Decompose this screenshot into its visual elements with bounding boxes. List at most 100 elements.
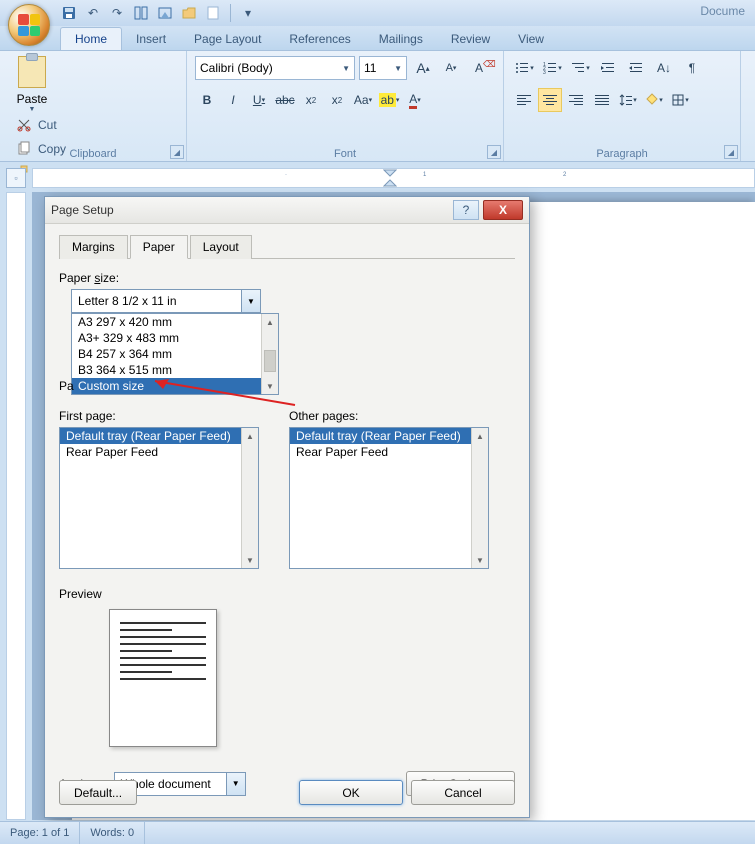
- qat-open-icon[interactable]: [180, 4, 198, 22]
- qat-redo-icon[interactable]: ↷: [108, 4, 126, 22]
- scroll-down-icon[interactable]: ▼: [242, 552, 258, 568]
- qat-icon-1[interactable]: [132, 4, 150, 22]
- list-scrollbar[interactable]: ▲ ▼: [471, 428, 488, 568]
- tab-mailings[interactable]: Mailings: [365, 28, 437, 50]
- paper-size-option[interactable]: B3 364 x 515 mm: [72, 362, 278, 378]
- cancel-button[interactable]: Cancel: [411, 780, 515, 805]
- dialog-close-button[interactable]: X: [483, 200, 523, 220]
- horizontal-ruler[interactable]: · 1 2: [32, 168, 755, 188]
- paper-size-dropdown-list[interactable]: A3 297 x 420 mm A3+ 329 x 483 mm B4 257 …: [71, 313, 279, 395]
- font-size-combo[interactable]: 11 ▼: [359, 56, 407, 80]
- show-marks-button[interactable]: ¶: [680, 56, 704, 80]
- paper-size-option-selected[interactable]: Custom size: [72, 378, 278, 394]
- qat-new-icon[interactable]: [204, 4, 222, 22]
- tab-page-layout[interactable]: Page Layout: [180, 28, 275, 50]
- chevron-down-icon[interactable]: ▼: [241, 290, 260, 312]
- justify-button[interactable]: [590, 88, 614, 112]
- dlg-tab-margins[interactable]: Margins: [59, 235, 128, 259]
- font-launcher[interactable]: ◢: [487, 145, 501, 159]
- list-item[interactable]: Rear Paper Feed: [60, 444, 258, 460]
- font-color-button[interactable]: A▾: [403, 88, 427, 112]
- font-size-value: 11: [364, 61, 376, 75]
- increase-indent-button[interactable]: [624, 56, 648, 80]
- first-page-tray-list[interactable]: Default tray (Rear Paper Feed) Rear Pape…: [59, 427, 259, 569]
- paper-size-combo[interactable]: Letter 8 1/2 x 11 in ▼: [71, 289, 261, 313]
- bullets-button[interactable]: ▾: [512, 56, 536, 80]
- office-button[interactable]: [8, 4, 50, 46]
- default-button[interactable]: Default...: [59, 780, 137, 805]
- list-scrollbar[interactable]: ▲ ▼: [241, 428, 258, 568]
- paper-size-option[interactable]: A3 297 x 420 mm: [72, 314, 278, 330]
- list-item[interactable]: Default tray (Rear Paper Feed): [290, 428, 488, 444]
- strikethrough-button[interactable]: abc: [273, 88, 297, 112]
- line-spacing-button[interactable]: ▾: [616, 88, 640, 112]
- group-clipboard: Paste ▼ Cut Copy Format Painter Clipboar…: [0, 51, 187, 161]
- align-right-button[interactable]: [564, 88, 588, 112]
- clipboard-launcher[interactable]: ◢: [170, 145, 184, 159]
- preview-thumbnail: [109, 609, 217, 747]
- dlg-tab-paper[interactable]: Paper: [130, 235, 188, 259]
- tab-view[interactable]: View: [504, 28, 558, 50]
- list-item[interactable]: Default tray (Rear Paper Feed): [60, 428, 258, 444]
- office-logo-icon: [18, 14, 40, 36]
- font-name-value: Calibri (Body): [200, 61, 273, 75]
- borders-button[interactable]: ▾: [668, 88, 692, 112]
- bold-button[interactable]: B: [195, 88, 219, 112]
- tab-references[interactable]: References: [275, 28, 364, 50]
- cut-label: Cut: [38, 118, 57, 132]
- status-words[interactable]: Words: 0: [80, 822, 145, 844]
- align-center-button[interactable]: [538, 88, 562, 112]
- qat-save-icon[interactable]: [60, 4, 78, 22]
- ruler-corner[interactable]: ▫: [6, 168, 26, 188]
- paper-size-option[interactable]: B4 257 x 364 mm: [72, 346, 278, 362]
- dlg-tab-layout[interactable]: Layout: [190, 235, 252, 259]
- scroll-up-icon[interactable]: ▲: [242, 428, 258, 444]
- scroll-up-icon[interactable]: ▲: [472, 428, 488, 444]
- paste-button[interactable]: Paste ▼: [8, 55, 56, 114]
- superscript-button[interactable]: x2: [325, 88, 349, 112]
- tab-insert[interactable]: Insert: [122, 28, 180, 50]
- status-page[interactable]: Page: 1 of 1: [0, 822, 80, 844]
- other-pages-tray-list[interactable]: Default tray (Rear Paper Feed) Rear Pape…: [289, 427, 489, 569]
- sort-button[interactable]: A↓: [652, 56, 676, 80]
- qat-customize-dropdown[interactable]: ▾: [239, 4, 257, 22]
- title-bar: ↶ ↷ ▾ Docume: [0, 0, 755, 26]
- underline-button[interactable]: U▾: [247, 88, 271, 112]
- align-left-button[interactable]: [512, 88, 536, 112]
- qat-icon-2[interactable]: [156, 4, 174, 22]
- grow-font-button[interactable]: A▴: [411, 56, 435, 80]
- font-name-combo[interactable]: Calibri (Body) ▼: [195, 56, 355, 80]
- clear-formatting-button[interactable]: A⌫: [467, 56, 491, 80]
- ok-button[interactable]: OK: [299, 780, 403, 805]
- scroll-down-icon[interactable]: ▼: [472, 552, 488, 568]
- decrease-indent-button[interactable]: [596, 56, 620, 80]
- scroll-thumb[interactable]: [264, 350, 276, 372]
- list-item[interactable]: Rear Paper Feed: [290, 444, 488, 460]
- highlight-button[interactable]: ab▾: [377, 88, 401, 112]
- indent-marker-icon[interactable]: [383, 169, 397, 187]
- scroll-down-icon[interactable]: ▼: [262, 378, 278, 394]
- paper-size-option[interactable]: A3+ 329 x 483 mm: [72, 330, 278, 346]
- italic-button[interactable]: I: [221, 88, 245, 112]
- quick-access-toolbar: ↶ ↷ ▾: [60, 4, 257, 22]
- shrink-font-button[interactable]: A▾: [439, 56, 463, 80]
- scissors-icon: [16, 117, 32, 133]
- tab-review[interactable]: Review: [437, 28, 504, 50]
- numbering-button[interactable]: 123▾: [540, 56, 564, 80]
- dialog-titlebar[interactable]: Page Setup ? X: [45, 197, 529, 224]
- other-pages-label: Other pages:: [289, 409, 489, 423]
- tab-home[interactable]: Home: [60, 27, 122, 50]
- multilevel-list-button[interactable]: ▾: [568, 56, 592, 80]
- dropdown-scrollbar[interactable]: ▲ ▼: [261, 314, 278, 394]
- paste-label: Paste: [17, 92, 48, 106]
- paragraph-launcher[interactable]: ◢: [724, 145, 738, 159]
- change-case-button[interactable]: Aa▾: [351, 88, 375, 112]
- status-bar: Page: 1 of 1 Words: 0: [0, 821, 755, 844]
- dialog-help-button[interactable]: ?: [453, 200, 479, 220]
- subscript-button[interactable]: x2: [299, 88, 323, 112]
- scroll-up-icon[interactable]: ▲: [262, 314, 278, 330]
- vertical-ruler[interactable]: [6, 192, 26, 820]
- cut-button[interactable]: Cut: [12, 114, 178, 136]
- qat-undo-icon[interactable]: ↶: [84, 4, 102, 22]
- shading-button[interactable]: ▾: [642, 88, 666, 112]
